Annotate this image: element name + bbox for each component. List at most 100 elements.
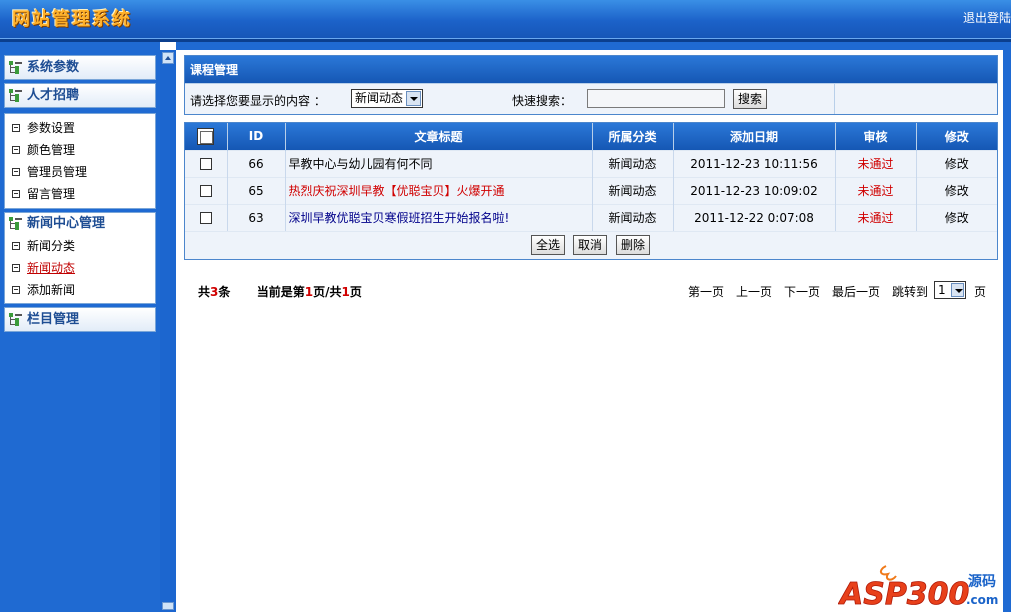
tree-icon — [9, 89, 22, 102]
menu-title-label: 新闻中心管理 — [27, 216, 106, 231]
tree-icon — [9, 217, 22, 230]
row-edit-link[interactable]: 修改 — [916, 149, 997, 177]
search-button[interactable]: 搜索 — [733, 89, 767, 109]
page-unit-label: 页 — [974, 285, 987, 299]
row-checkbox[interactable] — [199, 212, 212, 225]
table-row: 63 深圳早教优聪宝贝寒假班招生开始报名啦! 新闻动态 2011-12-22 0… — [185, 203, 997, 231]
menu-item-color-management[interactable]: 颜色管理 — [5, 139, 155, 161]
tree-icon — [9, 61, 22, 74]
next-page-link[interactable]: 下一页 — [784, 283, 820, 300]
menu-title-label: 栏目管理 — [27, 312, 80, 327]
table-row: 65 热烈庆祝深圳早教【优聪宝贝】火爆开通 新闻动态 2011-12-23 10… — [185, 176, 997, 204]
watermark-logo: ASP300 源码 .com — [838, 565, 998, 612]
scroll-down-button[interactable] — [162, 602, 174, 610]
collapse-icon — [12, 146, 20, 154]
logo: 网站管理系统 — [12, 9, 132, 30]
collapse-icon — [12, 190, 20, 198]
row-id: 63 — [227, 203, 286, 231]
row-checkbox[interactable] — [199, 158, 212, 170]
row-id: 66 — [227, 149, 286, 177]
jump-label: 跳转到 — [892, 285, 929, 299]
collapse-icon — [12, 168, 20, 176]
col-id: ID — [227, 123, 286, 150]
menu-news-center[interactable]: 新闻中心管理 — [5, 213, 155, 235]
select-all-header[interactable] — [185, 123, 228, 150]
col-title: 文章标题 — [285, 123, 593, 150]
row-date: 2011-12-23 10:11:56 — [673, 149, 836, 177]
menu-system-params[interactable]: 系统参数 — [4, 55, 156, 80]
display-content-label: 请选择您要显示的内容 ： — [190, 94, 326, 108]
menu-item-news-category[interactable]: 新闻分类 — [5, 235, 155, 257]
delete-button[interactable]: 删除 — [616, 235, 650, 255]
collapse-icon — [12, 242, 20, 250]
row-category: 新闻动态 — [592, 149, 674, 177]
prev-page-link[interactable]: 上一页 — [736, 283, 772, 300]
menu-group-news: 新闻中心管理 新闻分类 新闻动态 添加新闻 — [4, 212, 156, 304]
asp300-watermark: ASP300 源码 .com — [838, 560, 1003, 612]
logout-link[interactable]: 退出登陆 — [963, 9, 1011, 26]
menu-column-management[interactable]: 栏目管理 — [4, 307, 156, 332]
svg-text:源码: 源码 — [968, 573, 996, 590]
row-title-link[interactable]: 早教中心与幼儿园有何不同 — [285, 149, 593, 177]
svg-text:.com: .com — [966, 593, 998, 607]
last-page-link[interactable]: 最后一页 — [832, 283, 880, 300]
article-table: ID 文章标题 所属分类 添加日期 审核 修改 66 早教中心与幼儿园有何不同 … — [184, 122, 998, 260]
page-count: 1 — [341, 285, 350, 299]
row-category: 新闻动态 — [592, 203, 674, 231]
collapse-icon — [12, 286, 20, 294]
current-page: 1 — [304, 285, 314, 299]
row-title-link[interactable]: 深圳早教优聪宝贝寒假班招生开始报名啦! — [285, 203, 593, 231]
filter-panel: 课程管理 请选择您要显示的内容 ： 新闻动态 快速搜索： 搜索 — [184, 55, 998, 115]
row-edit-link[interactable]: 修改 — [916, 176, 997, 204]
col-edit: 修改 — [916, 123, 997, 150]
select-all-button[interactable]: 全选 — [531, 235, 565, 255]
svg-text:ASP300: ASP300 — [838, 577, 969, 610]
row-status-link[interactable]: 未通过 — [835, 203, 917, 231]
first-page-link[interactable]: 第一页 — [688, 283, 724, 300]
menu-group-settings: 参数设置 颜色管理 管理员管理 留言管理 — [4, 113, 156, 209]
page-jump-select[interactable]: 1 — [934, 281, 966, 299]
top-header: 网站管理系统 退出登陆 — [0, 0, 1011, 38]
menu-item-add-news[interactable]: 添加新闻 — [5, 279, 155, 301]
tree-icon — [9, 313, 22, 326]
row-checkbox[interactable] — [199, 185, 212, 197]
main-content: 课程管理 请选择您要显示的内容 ： 新闻动态 快速搜索： 搜索 ID 文章标题 … — [176, 42, 1003, 612]
row-category: 新闻动态 — [592, 176, 674, 204]
menu-title-label: 系统参数 — [27, 60, 80, 75]
row-id: 65 — [227, 176, 286, 204]
row-status-link[interactable]: 未通过 — [835, 176, 917, 204]
record-summary: 共3条 当前是第1页/共1页 — [198, 285, 362, 299]
collapse-icon — [12, 264, 20, 272]
menu-title-label: 人才招聘 — [27, 88, 80, 103]
bulk-actions: 全选 取消 删除 — [185, 231, 997, 259]
divider — [834, 84, 835, 114]
cancel-button[interactable]: 取消 — [573, 235, 607, 255]
col-category: 所属分类 — [592, 123, 674, 150]
collapse-icon — [12, 124, 20, 132]
col-status: 审核 — [835, 123, 917, 150]
col-date: 添加日期 — [673, 123, 836, 150]
menu-item-admin-management[interactable]: 管理员管理 — [5, 161, 155, 183]
row-date: 2011-12-22 0:07:08 — [673, 203, 836, 231]
chevron-down-icon — [406, 91, 421, 106]
menu-item-param-settings[interactable]: 参数设置 — [5, 117, 155, 139]
quick-search-label: 快速搜索： — [512, 94, 573, 108]
row-date: 2011-12-23 10:09:02 — [673, 176, 836, 204]
row-edit-link[interactable]: 修改 — [916, 203, 997, 231]
scroll-up-button[interactable] — [162, 52, 174, 64]
row-status-link[interactable]: 未通过 — [835, 149, 917, 177]
menu-recruitment[interactable]: 人才招聘 — [4, 83, 156, 108]
select-all-checkbox[interactable] — [197, 127, 215, 145]
chevron-down-icon — [951, 283, 964, 297]
menu-item-news-updates[interactable]: 新闻动态 — [5, 257, 155, 279]
table-header-row: ID 文章标题 所属分类 添加日期 审核 修改 — [185, 123, 997, 150]
table-row: 66 早教中心与幼儿园有何不同 新闻动态 2011-12-23 10:11:56… — [185, 149, 997, 177]
right-border — [1003, 42, 1011, 612]
sidebar-scrollbar[interactable] — [160, 50, 176, 612]
sidebar: 系统参数 人才招聘 参数设置 颜色管理 管理员管理 留言管理 新闻中心管理 新闻… — [0, 42, 160, 612]
search-input[interactable] — [587, 89, 725, 108]
row-title-link[interactable]: 热烈庆祝深圳早教【优聪宝贝】火爆开通 — [285, 176, 593, 204]
menu-item-message-management[interactable]: 留言管理 — [5, 183, 155, 205]
category-select[interactable]: 新闻动态 — [351, 89, 423, 108]
panel-title: 课程管理 — [185, 56, 997, 84]
